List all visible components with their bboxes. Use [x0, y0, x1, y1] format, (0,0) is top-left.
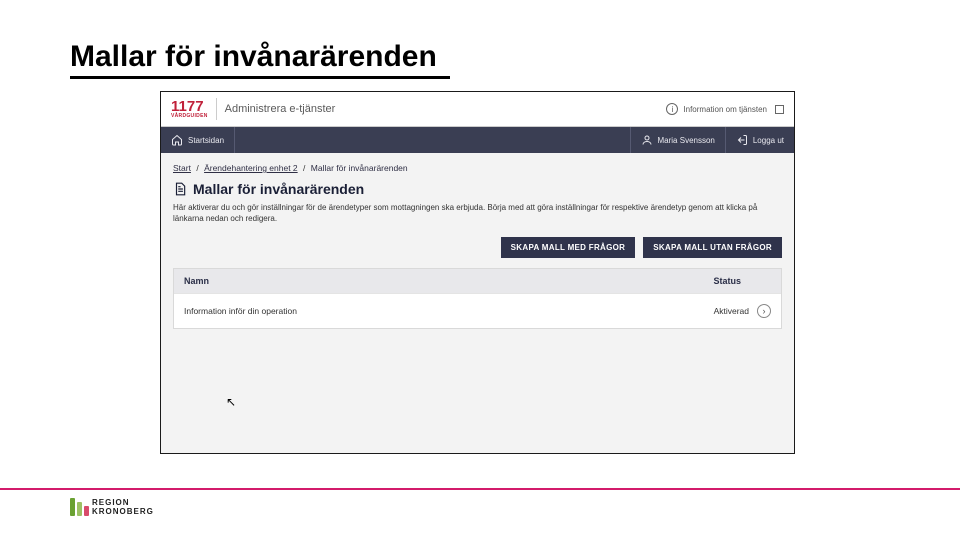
slide-title: Mallar för invånarärenden	[70, 40, 450, 79]
footer-logo-text: REGION KRONOBERG	[92, 499, 154, 516]
home-icon	[171, 134, 183, 146]
col-status: Status	[713, 276, 741, 286]
slide-container: Mallar för invånarärenden 1177 VÅRDGUIDE…	[0, 0, 960, 540]
user-icon	[641, 134, 653, 146]
chevron-right-icon[interactable]: ›	[757, 304, 771, 318]
logout-icon	[736, 134, 748, 146]
table-header: Namn Status	[174, 269, 781, 293]
col-name: Namn	[184, 276, 209, 286]
nav-home[interactable]: Startsidan	[161, 127, 235, 153]
breadcrumb: Start / Ärendehantering enhet 2 / Mallar…	[173, 163, 782, 173]
external-link-icon	[775, 105, 784, 114]
app-header-right: i Information om tjänsten	[666, 103, 784, 115]
content-area: Start / Ärendehantering enhet 2 / Mallar…	[161, 153, 794, 453]
button-row: SKAPA MALL MED FRÅGOR SKAPA MALL UTAN FR…	[173, 237, 782, 258]
table-row[interactable]: Information inför din operation Aktivera…	[174, 293, 781, 328]
nav-user-label: Maria Svensson	[658, 136, 715, 145]
info-icon[interactable]: i	[666, 103, 678, 115]
footer-brand-line2: KRONOBERG	[92, 508, 154, 516]
app-header: 1177 VÅRDGUIDEN Administrera e-tjänster …	[161, 92, 794, 127]
logo-sub-text: VÅRDGUIDEN	[171, 114, 208, 119]
app-name: Administrera e-tjänster	[225, 103, 336, 115]
row-status: Aktiverad	[714, 306, 749, 316]
divider	[216, 98, 217, 120]
nav-logout[interactable]: Logga ut	[725, 127, 794, 153]
cursor-icon: ↖	[226, 395, 236, 409]
page-intro: Här aktiverar du och gör inställningar f…	[173, 203, 782, 225]
create-without-questions-button[interactable]: SKAPA MALL UTAN FRÅGOR	[643, 237, 782, 258]
footer-logo: REGION KRONOBERG	[70, 498, 154, 516]
page-heading-text: Mallar för invånarärenden	[193, 181, 364, 197]
nav-logout-label: Logga ut	[753, 136, 784, 145]
app-header-left: 1177 VÅRDGUIDEN Administrera e-tjänster	[171, 98, 335, 120]
footer-logo-bars	[70, 498, 89, 516]
breadcrumb-sep: /	[196, 163, 198, 173]
slide-footer: REGION KRONOBERG	[0, 488, 960, 516]
app-screenshot: 1177 VÅRDGUIDEN Administrera e-tjänster …	[160, 91, 795, 454]
row-name: Information inför din operation	[184, 306, 297, 316]
info-link[interactable]: Information om tjänsten	[683, 105, 767, 114]
create-with-questions-button[interactable]: SKAPA MALL MED FRÅGOR	[501, 237, 636, 258]
document-icon	[173, 182, 187, 196]
breadcrumb-current: Mallar för invånarärenden	[311, 163, 408, 173]
nav-home-label: Startsidan	[188, 136, 224, 145]
navbar-left: Startsidan	[161, 127, 235, 153]
breadcrumb-sep: /	[303, 163, 305, 173]
navbar: Startsidan Maria Svensson Logga ut	[161, 127, 794, 153]
logo-1177: 1177 VÅRDGUIDEN	[171, 100, 208, 118]
breadcrumb-unit[interactable]: Ärendehantering enhet 2	[204, 163, 298, 173]
nav-user[interactable]: Maria Svensson	[630, 127, 725, 153]
navbar-right: Maria Svensson Logga ut	[630, 127, 795, 153]
templates-table: Namn Status Information inför din operat…	[173, 268, 782, 329]
page-heading: Mallar för invånarärenden	[173, 181, 782, 197]
breadcrumb-start[interactable]: Start	[173, 163, 191, 173]
